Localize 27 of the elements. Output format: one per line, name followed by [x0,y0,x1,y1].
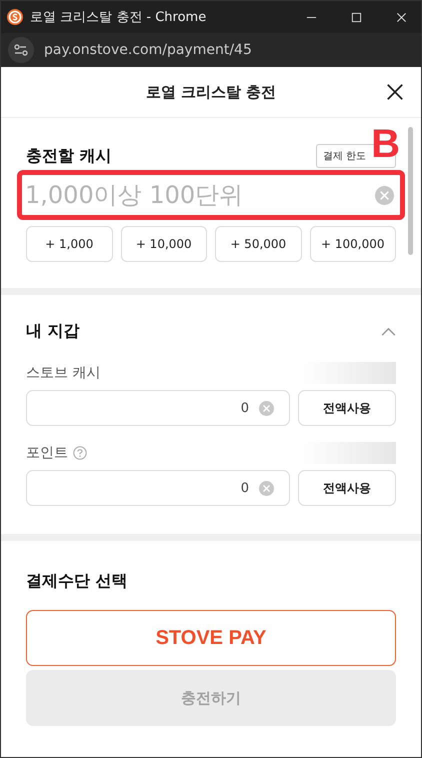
app-icon [7,9,23,25]
use-all-button[interactable]: 전액사용 [298,470,396,506]
section-title: 내 지갑 [26,321,80,342]
amount-button[interactable]: + 50,000 [215,226,302,262]
help-icon[interactable] [73,446,87,460]
dialog-title: 로열 크리스탈 충전 [146,82,276,102]
field-label: 스토브 캐시 [26,364,100,382]
window-title: 로열 크리스탈 충전 - Chrome [30,9,208,26]
section-title: 결제수단 선택 [26,571,129,592]
maximize-icon[interactable] [351,12,362,22]
section-title: 충전할 캐시 [26,146,112,166]
field-label: 포인트 [26,444,68,462]
site-settings-icon[interactable] [8,37,34,63]
amount-button[interactable]: + 1,000 [26,226,112,262]
clear-icon[interactable] [259,400,274,416]
clear-icon[interactable] [259,480,274,496]
close-icon[interactable] [386,83,404,101]
amount-button[interactable]: + 100,000 [310,226,396,262]
amount-button[interactable]: + 10,000 [120,226,207,262]
use-all-button[interactable]: 전액사용 [298,390,396,426]
amount-field[interactable]: 1,000이상 100단위 [17,170,405,220]
amount-field[interactable]: 0 [26,390,290,426]
chevron-icon[interactable] [381,327,396,336]
clear-icon[interactable] [375,186,394,204]
amount-field[interactable]: 0 [26,470,290,506]
payment-method-button[interactable]: STOVE PAY [26,610,396,666]
scrollbar[interactable] [408,127,413,255]
